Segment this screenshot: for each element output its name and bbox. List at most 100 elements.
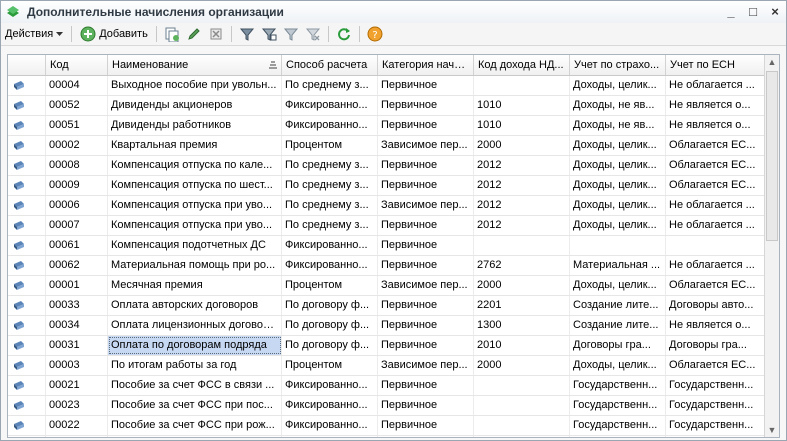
cell-esn[interactable]: Облагается ЕС...	[666, 176, 768, 195]
cell-calc-method[interactable]: По договору ф...	[282, 336, 378, 355]
column-header-category[interactable]: Категория начи...	[378, 55, 474, 75]
help-icon[interactable]: ?	[366, 25, 384, 43]
cell-income-code[interactable]: 2762	[474, 256, 570, 275]
cell-category[interactable]: Первичное	[378, 156, 474, 175]
cell-code[interactable]: 00033	[46, 296, 108, 315]
cell-calc-method[interactable]: Фиксированно...	[282, 416, 378, 435]
delete-icon[interactable]	[207, 25, 225, 43]
cell-category[interactable]: Первичное	[378, 116, 474, 135]
cell-income-code[interactable]: 2000	[474, 136, 570, 155]
table-row[interactable]: 00052 Дивиденды акционеров Фиксированно...…	[8, 96, 768, 116]
cell-code[interactable]: 00007	[46, 216, 108, 235]
table-row[interactable]: 00003 По итогам работы за год Процентом Зав…	[8, 356, 768, 376]
cell-code[interactable]: 00004	[46, 76, 108, 95]
vertical-scrollbar[interactable]: ▲ ▼	[764, 55, 779, 437]
filter-dropdown-icon[interactable]	[282, 25, 300, 43]
table-row[interactable]: 00061 Компенсация подотчетных ДС Фиксирова…	[8, 236, 768, 256]
add-button[interactable]: Добавить	[76, 26, 152, 42]
close-button[interactable]: ×	[768, 4, 782, 19]
cell-income-code[interactable]: 2012	[474, 176, 570, 195]
cell-insurance[interactable]: Доходы, целик...	[570, 356, 666, 375]
cell-name[interactable]: Пособие за счет ФСС при рож...	[108, 416, 282, 435]
cell-code[interactable]: 00031	[46, 336, 108, 355]
table-row[interactable]: 00007 Компенсация отпуска при уво... По ср…	[8, 216, 768, 236]
cell-calc-method[interactable]: По договору ф...	[282, 316, 378, 335]
edit-pencil-icon[interactable]	[185, 25, 203, 43]
cell-code[interactable]: 00021	[46, 376, 108, 395]
cell-esn[interactable]: Государственн...	[666, 376, 768, 395]
cell-name[interactable]: Оплата лицензионных договор...	[108, 316, 282, 335]
table-row[interactable]: 00033 Оплата авторских договоров По догово…	[8, 296, 768, 316]
cell-insurance[interactable]: Материальная ...	[570, 256, 666, 275]
table-row[interactable]: 00062 Материальная помощь при ро... Фиксир…	[8, 256, 768, 276]
cell-income-code[interactable]: 1010	[474, 96, 570, 115]
cell-calc-method[interactable]: Фиксированно...	[282, 116, 378, 135]
cell-esn[interactable]: Облагается ЕС...	[666, 136, 768, 155]
table-row[interactable]: 00002 Квартальная премия Процентом Зависимо…	[8, 136, 768, 156]
cell-esn[interactable]: Облагается ЕС...	[666, 276, 768, 295]
scroll-thumb[interactable]	[766, 71, 778, 241]
cell-esn[interactable]: Облагается ЕС...	[666, 356, 768, 375]
cell-insurance[interactable]: Создание лите...	[570, 316, 666, 335]
cell-code[interactable]: 00052	[46, 96, 108, 115]
cell-esn[interactable]: Не является о...	[666, 96, 768, 115]
cell-income-code[interactable]: 2010	[474, 336, 570, 355]
cell-esn[interactable]: Договоры авто...	[666, 296, 768, 315]
cell-income-code[interactable]: 1300	[474, 316, 570, 335]
cell-income-code[interactable]: 2012	[474, 156, 570, 175]
table-row[interactable]: 00031 Оплата по договорам подряда По догов…	[8, 336, 768, 356]
cell-code[interactable]: 00001	[46, 276, 108, 295]
cell-insurance[interactable]: Доходы, целик...	[570, 136, 666, 155]
cell-code[interactable]: 00003	[46, 356, 108, 375]
cell-insurance[interactable]: Доходы, целик...	[570, 216, 666, 235]
cell-insurance[interactable]	[570, 236, 666, 255]
cell-name[interactable]: Пособие за счет ФСС при пос...	[108, 396, 282, 415]
cell-name[interactable]: Выходное пособие при увольн...	[108, 76, 282, 95]
cell-insurance[interactable]: Доходы, целик...	[570, 76, 666, 95]
table-row[interactable]: 00006 Компенсация отпуска при уво... По ср…	[8, 196, 768, 216]
cell-name[interactable]: Пособие за счет ФСС при чсы...	[108, 436, 282, 437]
cell-insurance[interactable]: Доходы, целик...	[570, 176, 666, 195]
cell-insurance[interactable]: Государственн...	[570, 436, 666, 437]
charges-table[interactable]: Код Наименование Способ расчета Категори…	[7, 54, 780, 438]
table-row[interactable]: 00021 Пособие за счет ФСС в связи ... Фикс…	[8, 376, 768, 396]
cell-code[interactable]: 00051	[46, 116, 108, 135]
cell-income-code[interactable]	[474, 236, 570, 255]
cell-calc-method[interactable]: Процентом	[282, 136, 378, 155]
cell-code[interactable]: 00022	[46, 416, 108, 435]
cell-income-code[interactable]	[474, 76, 570, 95]
cell-income-code[interactable]	[474, 376, 570, 395]
cell-code[interactable]: 00034	[46, 316, 108, 335]
cell-calc-method[interactable]: По среднему з...	[282, 156, 378, 175]
cell-category[interactable]: Первичное	[378, 436, 474, 437]
cell-name[interactable]: Пособие за счет ФСС в связи ...	[108, 376, 282, 395]
table-row[interactable]: 00024Пособие за счет ФСС при чсы...Фикси…	[8, 436, 768, 437]
cell-code[interactable]: 00023	[46, 396, 108, 415]
table-row[interactable]: 00051 Дивиденды работников Фиксированно...…	[8, 116, 768, 136]
cell-insurance[interactable]: Доходы, целик...	[570, 196, 666, 215]
cell-calc-method[interactable]: По среднему з...	[282, 216, 378, 235]
cell-esn[interactable]	[666, 236, 768, 255]
column-header-calc-method[interactable]: Способ расчета	[282, 55, 378, 75]
cell-esn[interactable]: Не облагается ...	[666, 256, 768, 275]
cell-esn[interactable]: Государственн...	[666, 396, 768, 415]
cell-name[interactable]: Компенсация отпуска при уво...	[108, 196, 282, 215]
cell-insurance[interactable]: Государственн...	[570, 376, 666, 395]
column-header-code[interactable]: Код	[46, 55, 108, 75]
cell-name[interactable]: Дивиденды акционеров	[108, 96, 282, 115]
cell-code[interactable]: 00006	[46, 196, 108, 215]
cell-income-code[interactable]: 2201	[474, 296, 570, 315]
cell-category[interactable]: Первичное	[378, 396, 474, 415]
cell-calc-method[interactable]: По договору ф...	[282, 296, 378, 315]
cell-income-code[interactable]: 2000	[474, 276, 570, 295]
cell-esn[interactable]: Договоры гра...	[666, 336, 768, 355]
column-header-income-code[interactable]: Код дохода НД...	[474, 55, 570, 75]
cell-name[interactable]: Оплата по договорам подряда	[108, 336, 282, 355]
cell-esn[interactable]: Не является о...	[666, 316, 768, 335]
cell-calc-method[interactable]: Фиксированно...	[282, 96, 378, 115]
minimize-button[interactable]: _	[724, 4, 738, 19]
cell-category[interactable]: Зависимое пер...	[378, 356, 474, 375]
cell-esn[interactable]: Не является о...	[666, 116, 768, 135]
table-row[interactable]: 00034 Оплата лицензионных договор... По до…	[8, 316, 768, 336]
cell-name[interactable]: Дивиденды работников	[108, 116, 282, 135]
